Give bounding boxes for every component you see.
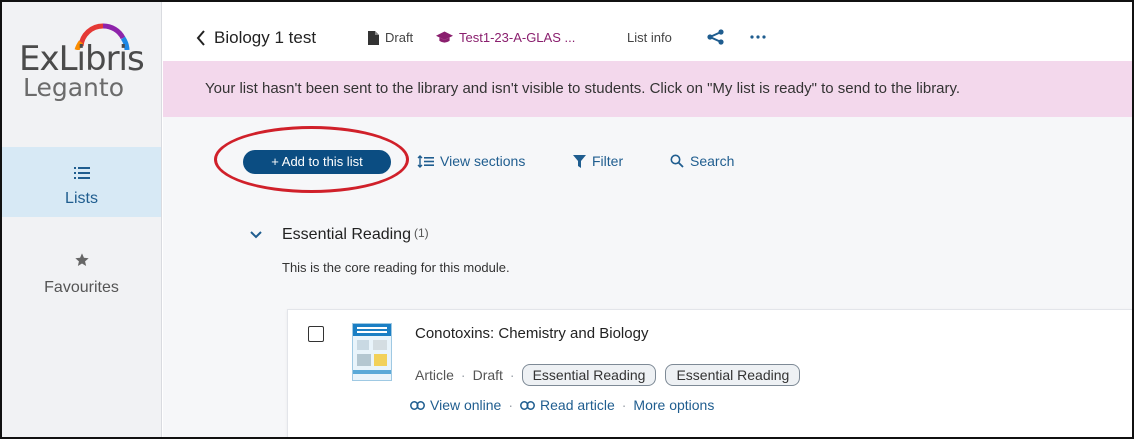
search-icon <box>670 154 684 168</box>
sidebar-item-label: Favourites <box>44 279 119 296</box>
filter-label: Filter <box>592 153 624 169</box>
sidebar: ExLibris Leganto Lists Favourites <box>2 2 162 437</box>
logo-text-leganto: Leganto <box>23 73 125 102</box>
section-count: (1) <box>413 226 429 240</box>
chevron-down-icon[interactable] <box>250 230 262 240</box>
sidebar-item-lists[interactable]: Lists <box>2 147 161 217</box>
sort-list-icon <box>417 154 434 168</box>
list-info-link[interactable]: List info <box>627 30 672 45</box>
view-sections-label: View sections <box>440 153 526 169</box>
breadcrumb: Biology 1 test <box>196 28 316 48</box>
banner-message: Your list hasn't been sent to the librar… <box>205 80 961 97</box>
logo-text-exlibris: ExLibris <box>19 39 145 79</box>
filter-icon <box>573 154 586 168</box>
view-online-link[interactable]: View online <box>410 397 501 413</box>
view-online-label: View online <box>430 397 502 413</box>
citation-actions: View online · Read article · More option… <box>410 397 714 413</box>
star-icon <box>75 253 89 266</box>
tag-chip[interactable]: Essential Reading <box>521 364 657 386</box>
link-icon <box>520 400 535 410</box>
more-icon[interactable] <box>750 35 766 39</box>
separator-dot: · <box>508 397 514 413</box>
search-button[interactable]: Search <box>670 153 734 169</box>
sidebar-item-label: Lists <box>65 190 98 207</box>
status-label: Draft <box>385 30 414 45</box>
document-icon <box>368 30 379 45</box>
not-sent-banner: Your list hasn't been sent to the librar… <box>163 61 1132 117</box>
section-title-text: Essential Reading <box>282 226 411 243</box>
section-description: This is the core reading for this module… <box>282 260 510 275</box>
item-status: Draft <box>472 367 503 383</box>
course-label: Test1-23-A-GLAS ... <box>459 30 576 45</box>
exlibris-leganto-logo[interactable]: ExLibris Leganto <box>19 20 149 110</box>
status-draft: Draft <box>367 30 413 45</box>
citation-meta: Article · Draft · Essential Reading Esse… <box>415 364 809 386</box>
more-options-label: More options <box>633 397 715 413</box>
separator-dot: · <box>621 397 627 413</box>
tag-chip[interactable]: Essential Reading <box>665 364 801 386</box>
sidebar-item-favourites[interactable]: Favourites <box>2 252 161 312</box>
separator-dot: · <box>509 367 515 383</box>
list-icon <box>74 167 90 179</box>
chevron-left-icon[interactable] <box>196 30 206 46</box>
citation-title[interactable]: Conotoxins: Chemistry and Biology <box>415 325 648 342</box>
list-info-label: List info <box>627 30 672 45</box>
search-label: Search <box>690 153 735 169</box>
share-icon[interactable] <box>707 29 725 45</box>
list-title[interactable]: Biology 1 test <box>214 28 316 48</box>
view-sections-button[interactable]: View sections <box>417 153 525 169</box>
separator-dot: · <box>460 367 466 383</box>
graduation-cap-icon <box>436 31 453 43</box>
section-title[interactable]: Essential Reading (1) <box>282 226 429 244</box>
read-article-label: Read article <box>540 397 615 413</box>
read-article-link[interactable]: Read article <box>520 397 615 413</box>
select-checkbox[interactable] <box>308 326 324 342</box>
course-link[interactable]: Test1-23-A-GLAS ... <box>436 30 575 45</box>
cover-thumbnail[interactable] <box>352 323 392 381</box>
annotation-circle <box>214 126 409 193</box>
more-options-link[interactable]: More options <box>633 397 714 413</box>
link-icon <box>410 400 425 410</box>
journal-cover-icon <box>353 324 391 374</box>
filter-button[interactable]: Filter <box>573 153 623 169</box>
item-type: Article <box>415 367 454 383</box>
